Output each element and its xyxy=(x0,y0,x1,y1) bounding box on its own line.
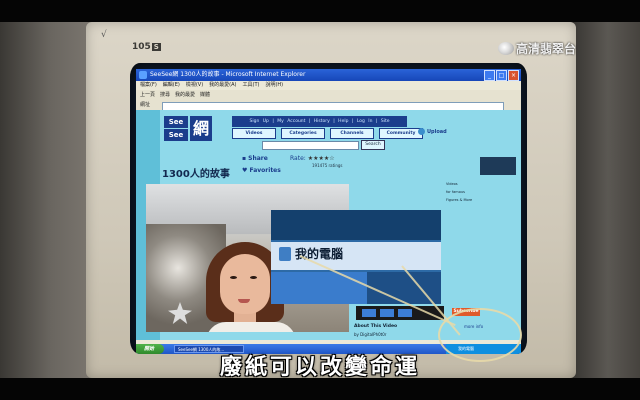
upload-icon xyxy=(418,128,425,135)
close-icon[interactable]: × xyxy=(508,70,519,81)
nav-tabs: Videos Categories Channels Community xyxy=(232,128,423,139)
menu-help[interactable]: 說明(H) xyxy=(265,81,283,90)
woman-face xyxy=(220,254,270,314)
my-computer-label: 我的電腦 xyxy=(295,247,344,261)
sidebar-thumbnail[interactable] xyxy=(480,157,516,175)
about-heading: About This Video xyxy=(354,324,398,329)
media-button[interactable]: 媒體 xyxy=(200,90,210,101)
sidebar-text-2: for famous xyxy=(446,190,465,194)
letterbox-bottom xyxy=(0,378,640,400)
address-label: 網址 xyxy=(140,102,151,108)
favorites-link[interactable]: ♥ Favorites xyxy=(242,167,281,174)
channel-thumb[interactable] xyxy=(362,309,376,317)
search-button[interactable]: Search xyxy=(361,140,385,150)
corner-mark: √ xyxy=(101,30,107,40)
monitor-model: 105 S xyxy=(132,42,161,52)
search-input[interactable] xyxy=(262,141,359,150)
rating-stars[interactable]: ★★★★☆ xyxy=(308,155,335,162)
computer-icon xyxy=(279,247,291,261)
woman-eye-left xyxy=(230,276,237,279)
logo-see-bottom: See xyxy=(164,129,188,141)
menu-bar: 檔案(F) 編輯(E) 檢視(V) 我的最愛(A) 工具(T) 說明(H) xyxy=(136,81,521,90)
back-button[interactable]: 上一頁 xyxy=(140,90,155,101)
tab-categories[interactable]: Categories xyxy=(281,128,325,139)
logo-see-top: See xyxy=(164,116,188,128)
ie-icon xyxy=(139,71,147,79)
monitor-model-badge: S xyxy=(151,43,161,51)
favorites-label: Favorites xyxy=(249,167,281,174)
ratings-count: 191475 ratings xyxy=(312,163,343,168)
channel-thumb[interactable] xyxy=(380,309,394,317)
rate-label: Rate: xyxy=(290,155,306,162)
broadcast-logo: 高清翡翠台 xyxy=(498,40,576,57)
web-page: See See 網 Sign Up | My Account | History… xyxy=(136,110,521,340)
minimize-icon[interactable]: _ xyxy=(484,70,495,81)
upload-link[interactable]: Upload xyxy=(418,128,447,135)
rating: Rate: ★★★★☆ xyxy=(290,155,335,162)
window-controls: _ □ × xyxy=(484,70,519,81)
menu-file[interactable]: 檔案(F) xyxy=(140,81,157,90)
byline: by DigitalPh0t0r xyxy=(354,332,387,337)
zoomed-inset: 我的電腦 xyxy=(271,210,441,304)
menu-edit[interactable]: 編輯(E) xyxy=(163,81,180,90)
site-logo[interactable]: See See 網 xyxy=(164,116,212,142)
letterbox-top xyxy=(0,0,640,22)
menu-tools[interactable]: 工具(T) xyxy=(243,81,260,90)
video-title: 1300人的故事 xyxy=(162,169,230,180)
woman-eye-right xyxy=(250,276,257,279)
tab-community[interactable]: Community xyxy=(379,128,423,139)
share-label: Share xyxy=(248,155,268,162)
monitor-model-number: 105 xyxy=(132,42,151,52)
address-bar: 網址 xyxy=(136,101,521,111)
upload-label: Upload xyxy=(427,129,447,135)
inset-top-band xyxy=(271,210,441,240)
tab-channels[interactable]: Channels xyxy=(330,128,374,139)
tab-videos[interactable]: Videos xyxy=(232,128,276,139)
menu-favorites[interactable]: 我的最愛(A) xyxy=(209,81,236,90)
subtitle: 廢紙可以改變命運 xyxy=(219,355,420,380)
sidebar-text-3: Figures & More xyxy=(446,198,473,202)
top-links[interactable]: Sign Up | My Account | History | Help | … xyxy=(232,116,407,127)
sidebar-text: Videos for famous Figures & More xyxy=(446,180,516,204)
channel-thumb[interactable] xyxy=(398,309,412,317)
video-frame: √ 105 S SeeSee網 1300人的故事 - Microsoft Inte… xyxy=(0,0,640,400)
channel-name: 高清翡翠台 xyxy=(516,42,577,56)
woman-top xyxy=(206,322,296,332)
sidebar-text-1: Videos xyxy=(446,182,458,186)
tvb-icon xyxy=(498,42,514,55)
search-button-toolbar[interactable]: 搜尋 xyxy=(160,90,170,101)
share-link[interactable]: ▪ Share xyxy=(242,155,268,162)
maximize-icon[interactable]: □ xyxy=(496,70,507,81)
browser-title-bar: SeeSee網 1300人的故事 - Microsoft Internet Ex… xyxy=(136,69,521,81)
favorites-button[interactable]: 我的最愛 xyxy=(175,90,195,101)
menu-view[interactable]: 檢視(V) xyxy=(186,81,203,90)
browser-title: SeeSee網 1300人的故事 - Microsoft Internet Ex… xyxy=(150,71,306,78)
logo-char: 網 xyxy=(190,116,212,141)
browser-toolbar: 上一頁 搜尋 我的最愛 媒體 xyxy=(136,90,521,101)
